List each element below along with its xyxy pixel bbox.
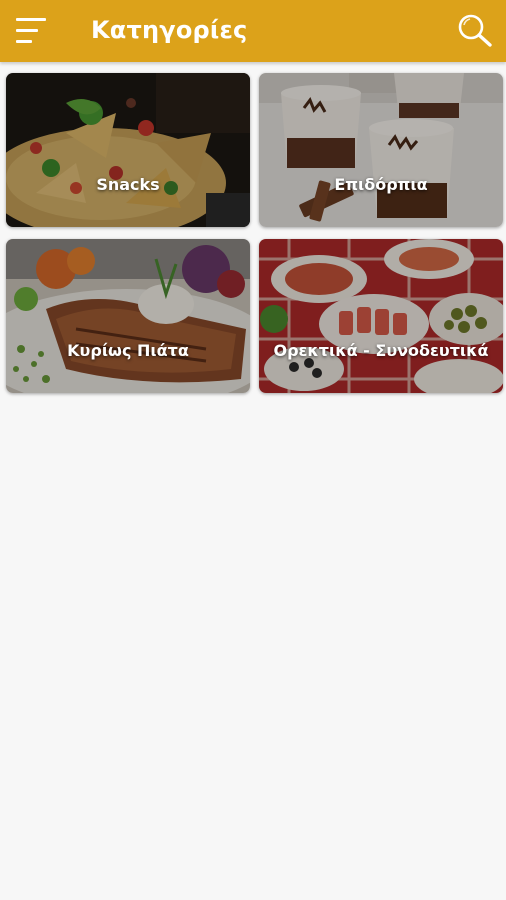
search-button[interactable] <box>452 10 496 50</box>
page-title: Κατηγορίες <box>91 16 248 44</box>
card-shade <box>259 239 503 393</box>
category-label: Επιδόρπια <box>334 175 428 194</box>
search-icon <box>458 14 492 47</box>
card-shade <box>6 73 250 227</box>
category-card-appetizers[interactable]: Ορεκτικά - Συνοδευτικά <box>259 239 503 393</box>
category-card-main-dishes[interactable]: Κυρίως Πιάτα <box>6 239 250 393</box>
card-shade <box>6 239 250 393</box>
menu-icon-line <box>16 29 38 32</box>
category-card-snacks[interactable]: Snacks <box>6 73 250 227</box>
menu-button[interactable] <box>12 14 52 48</box>
card-shade <box>259 73 503 227</box>
menu-icon <box>16 18 46 21</box>
category-label: Snacks <box>96 175 160 194</box>
category-label: Κυρίως Πιάτα <box>67 341 189 360</box>
app-bar: Κατηγορίες <box>0 0 506 62</box>
menu-icon-line <box>16 40 32 43</box>
category-card-desserts[interactable]: Επιδόρπια <box>259 73 503 227</box>
category-label: Ορεκτικά - Συνοδευτικά <box>273 341 489 360</box>
